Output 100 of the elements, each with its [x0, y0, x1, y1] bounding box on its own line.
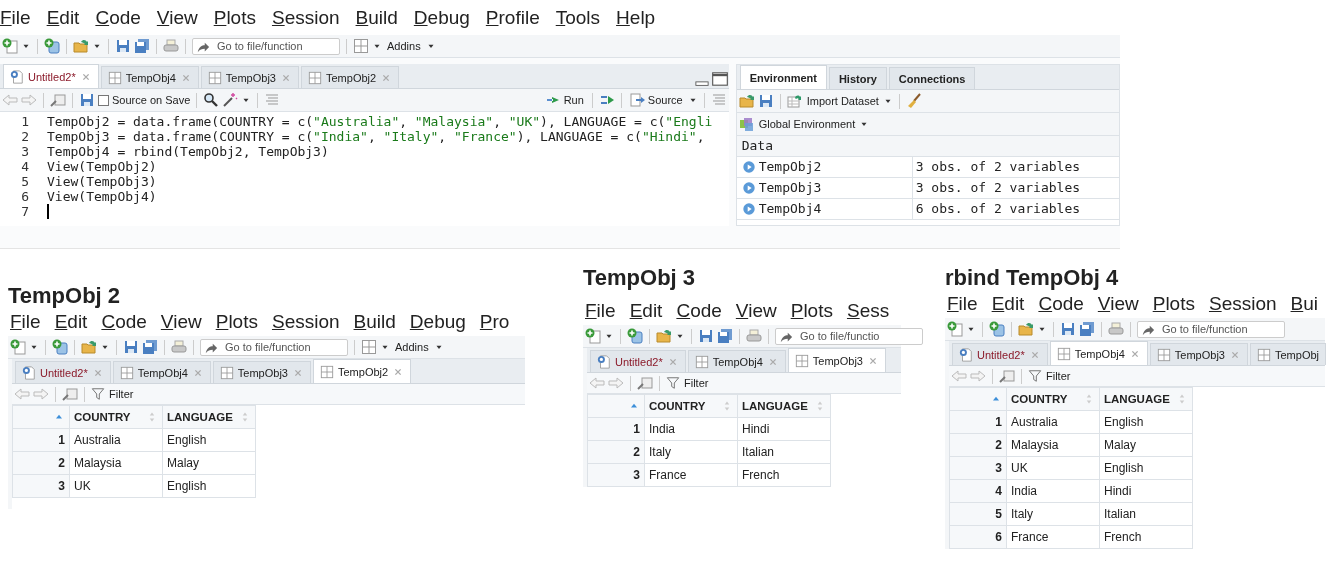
- column-header[interactable]: LANGUAGE: [737, 394, 831, 418]
- play-circle-icon[interactable]: [741, 181, 756, 195]
- save-icon[interactable]: [123, 339, 139, 355]
- editor-tab[interactable]: TempObj3: [200, 66, 299, 88]
- editor-tab[interactable]: TempObj2: [301, 66, 400, 88]
- folder-icon[interactable]: [738, 93, 755, 109]
- pages-icon[interactable]: [50, 92, 66, 108]
- editor-tab[interactable]: TempObj2: [313, 359, 412, 383]
- menu-item[interactable]: Build: [353, 311, 396, 333]
- menu-item[interactable]: Edit: [54, 311, 88, 333]
- menu-item[interactable]: Help: [616, 6, 656, 29]
- save-icon[interactable]: [115, 38, 131, 54]
- save-all-icon[interactable]: [142, 339, 158, 355]
- object-name[interactable]: TempObj2: [758, 157, 822, 177]
- maximize-icon[interactable]: [710, 70, 729, 88]
- menu-item[interactable]: Build: [355, 6, 398, 29]
- editor-tab[interactable]: TempObj4: [687, 350, 786, 372]
- menu-item[interactable]: Code: [676, 300, 722, 322]
- search-icon[interactable]: [203, 92, 220, 108]
- menu-item[interactable]: Code: [1038, 293, 1084, 315]
- save-icon[interactable]: [79, 92, 95, 108]
- play-circle-icon[interactable]: [741, 160, 756, 174]
- menu-item[interactable]: Session: [1208, 293, 1277, 315]
- menu-item[interactable]: Plots: [213, 6, 256, 29]
- filter-button[interactable]: Filter: [91, 387, 134, 401]
- editor-tab[interactable]: TempObj4: [112, 361, 211, 383]
- addins-menu[interactable]: Addins: [393, 341, 431, 353]
- column-header[interactable]: COUNTRY: [1006, 387, 1100, 411]
- import-dataset-menu[interactable]: Import Dataset: [786, 93, 893, 109]
- menu-item[interactable]: Bui: [1290, 293, 1319, 315]
- new-file-icon[interactable]: [2, 38, 18, 54]
- save-all-icon[interactable]: [134, 38, 150, 54]
- menu-item[interactable]: Pro: [479, 311, 510, 333]
- new-file-icon[interactable]: [585, 328, 601, 344]
- wand-icon[interactable]: [222, 92, 239, 108]
- column-header[interactable]: COUNTRY: [69, 405, 163, 429]
- printer-icon[interactable]: [746, 328, 762, 344]
- menu-item[interactable]: Profile: [485, 6, 540, 29]
- go-to-field[interactable]: Go to file/functio: [775, 327, 923, 345]
- menu-item[interactable]: Plots: [215, 311, 258, 333]
- printer-icon[interactable]: [163, 38, 179, 54]
- addins-menu[interactable]: Addins: [385, 40, 423, 52]
- save-all-icon[interactable]: [717, 328, 733, 344]
- pane-tab[interactable]: Connections: [888, 67, 976, 89]
- menu-item[interactable]: Plots: [1152, 293, 1195, 315]
- menu-item[interactable]: File: [0, 6, 31, 29]
- new-project-icon[interactable]: [627, 328, 643, 344]
- column-header[interactable]: LANGUAGE: [1099, 387, 1193, 411]
- menu-item[interactable]: Session: [271, 311, 340, 333]
- editor-tab[interactable]: TempObj3: [787, 348, 886, 372]
- menu-item[interactable]: Tools: [555, 6, 601, 29]
- menu-item[interactable]: File: [947, 293, 978, 315]
- editor-tab[interactable]: Untitled2*: [15, 361, 111, 383]
- menu-item[interactable]: View: [160, 311, 202, 333]
- menu-item[interactable]: Debug: [409, 311, 466, 333]
- printer-icon[interactable]: [171, 339, 187, 355]
- object-name[interactable]: TempObj4: [758, 199, 822, 219]
- menu-item[interactable]: View: [735, 300, 777, 322]
- menu-item[interactable]: Sess: [846, 300, 890, 322]
- new-file-icon[interactable]: [10, 339, 26, 355]
- source-button[interactable]: Source: [627, 92, 685, 108]
- run-button[interactable]: Run: [543, 92, 586, 108]
- menu-item[interactable]: Code: [101, 311, 147, 333]
- menu-item[interactable]: View: [156, 6, 198, 29]
- go-to-field[interactable]: Go to file/function: [200, 338, 348, 356]
- pages-icon[interactable]: [999, 368, 1015, 384]
- save-icon[interactable]: [698, 328, 714, 344]
- menu-item[interactable]: Session: [271, 6, 340, 29]
- menu-item[interactable]: Plots: [790, 300, 833, 322]
- menu-item[interactable]: Code: [95, 6, 141, 29]
- editor-tab[interactable]: TempObj3: [212, 361, 311, 383]
- filter-button[interactable]: Filter: [1028, 369, 1071, 383]
- new-project-icon[interactable]: [44, 38, 60, 54]
- menu-item[interactable]: File: [10, 311, 41, 333]
- menu-item[interactable]: View: [1097, 293, 1139, 315]
- menu-item[interactable]: Edit: [991, 293, 1025, 315]
- play-circle-icon[interactable]: [741, 202, 756, 216]
- object-name[interactable]: TempObj3: [758, 178, 822, 198]
- menu-item[interactable]: Debug: [413, 6, 470, 29]
- editor-tab[interactable]: TempObj4: [1049, 341, 1148, 365]
- editor-tab[interactable]: TempObj3: [1149, 343, 1248, 365]
- editor-tab[interactable]: Untitled2*: [590, 350, 686, 372]
- new-file-icon[interactable]: [947, 321, 963, 337]
- column-header[interactable]: LANGUAGE: [162, 405, 256, 429]
- save-icon[interactable]: [1060, 321, 1076, 337]
- column-header[interactable]: COUNTRY: [644, 394, 738, 418]
- save-all-icon[interactable]: [1079, 321, 1095, 337]
- printer-icon[interactable]: [1108, 321, 1124, 337]
- pages-icon[interactable]: [637, 375, 653, 391]
- editor-tab[interactable]: Untitled2*: [3, 64, 99, 88]
- editor-tab[interactable]: Untitled2*: [952, 343, 1048, 365]
- pages-icon[interactable]: [62, 386, 78, 402]
- new-project-icon[interactable]: [989, 321, 1005, 337]
- pane-tab[interactable]: Environment: [739, 65, 827, 89]
- source-on-save-checkbox[interactable]: Source on Save: [98, 94, 191, 106]
- menu-item[interactable]: Edit: [629, 300, 663, 322]
- new-project-icon[interactable]: [52, 339, 68, 355]
- menu-item[interactable]: Edit: [46, 6, 80, 29]
- editor-tab[interactable]: TempObj: [1250, 343, 1326, 365]
- menu-item[interactable]: File: [585, 300, 616, 322]
